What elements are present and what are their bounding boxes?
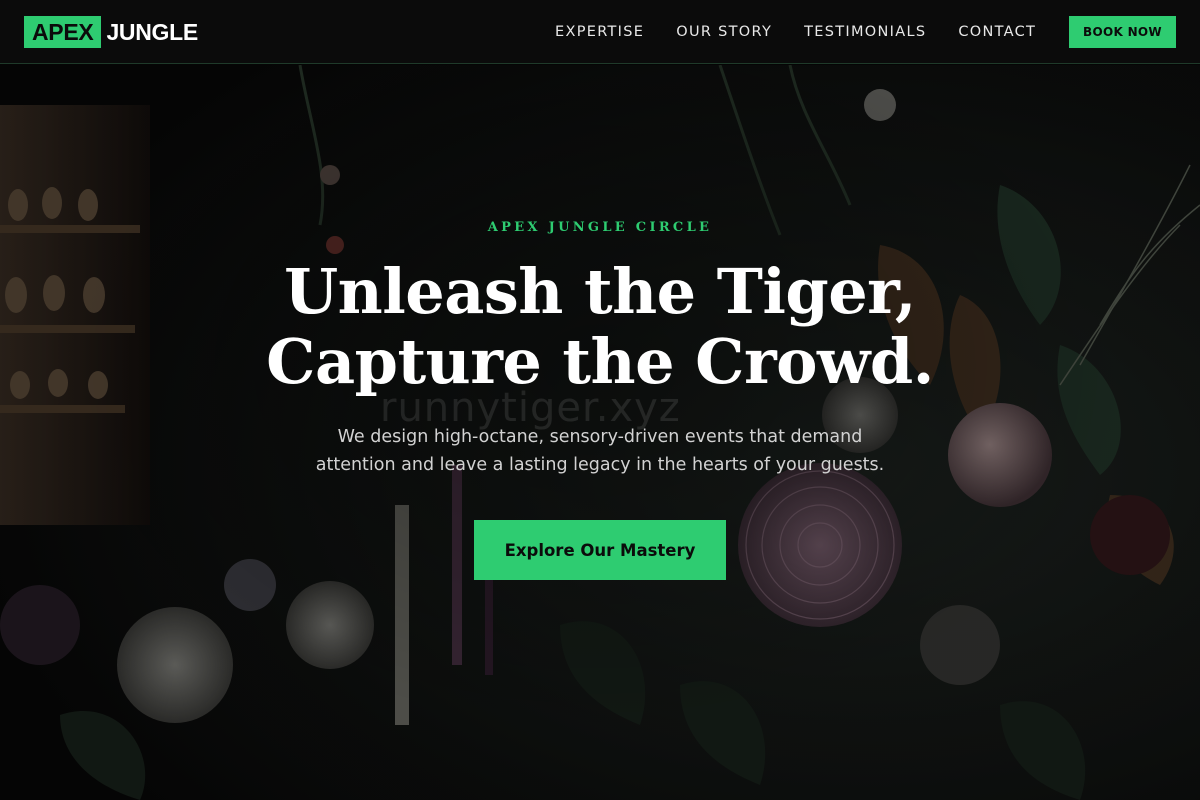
nav-link-expertise[interactable]: EXPERTISE — [555, 24, 644, 40]
nav-link-our-story[interactable]: OUR STORY — [676, 24, 772, 40]
hero-subtext-line-1: We design high-octane, sensory-driven ev… — [337, 427, 863, 447]
main-nav: EXPERTISE OUR STORY TESTIMONIALS CONTACT — [555, 0, 1036, 64]
nav-link-testimonials[interactable]: TESTIMONIALS — [804, 24, 926, 40]
hero-headline-line-1: Unleash the Tiger, — [284, 255, 916, 328]
hero-headline: Unleash the Tiger, Capture the Crowd. — [0, 257, 1200, 397]
logo-box-text: APEX — [24, 16, 102, 48]
hero-eyebrow: APEX JUNGLE CIRCLE — [487, 220, 713, 235]
book-now-button[interactable]: BOOK NOW — [1069, 16, 1176, 48]
hero-subtext-line-2: attention and leave a lasting legacy in … — [315, 455, 885, 475]
explore-mastery-button[interactable]: Explore Our Mastery — [474, 520, 726, 580]
hero-section: runnytiger.xyz APEX JUNGLE CIRCLE Unleas… — [0, 65, 1200, 800]
hero-subtext: We design high-octane, sensory-driven ev… — [0, 423, 1200, 479]
logo[interactable]: APEX JUNGLE — [24, 16, 198, 48]
logo-text: JUNGLE — [106, 19, 198, 45]
hero-headline-line-2: Capture the Crowd. — [266, 325, 934, 398]
nav-link-contact[interactable]: CONTACT — [958, 24, 1036, 40]
site-header: APEX JUNGLE EXPERTISE OUR STORY TESTIMON… — [0, 0, 1200, 64]
